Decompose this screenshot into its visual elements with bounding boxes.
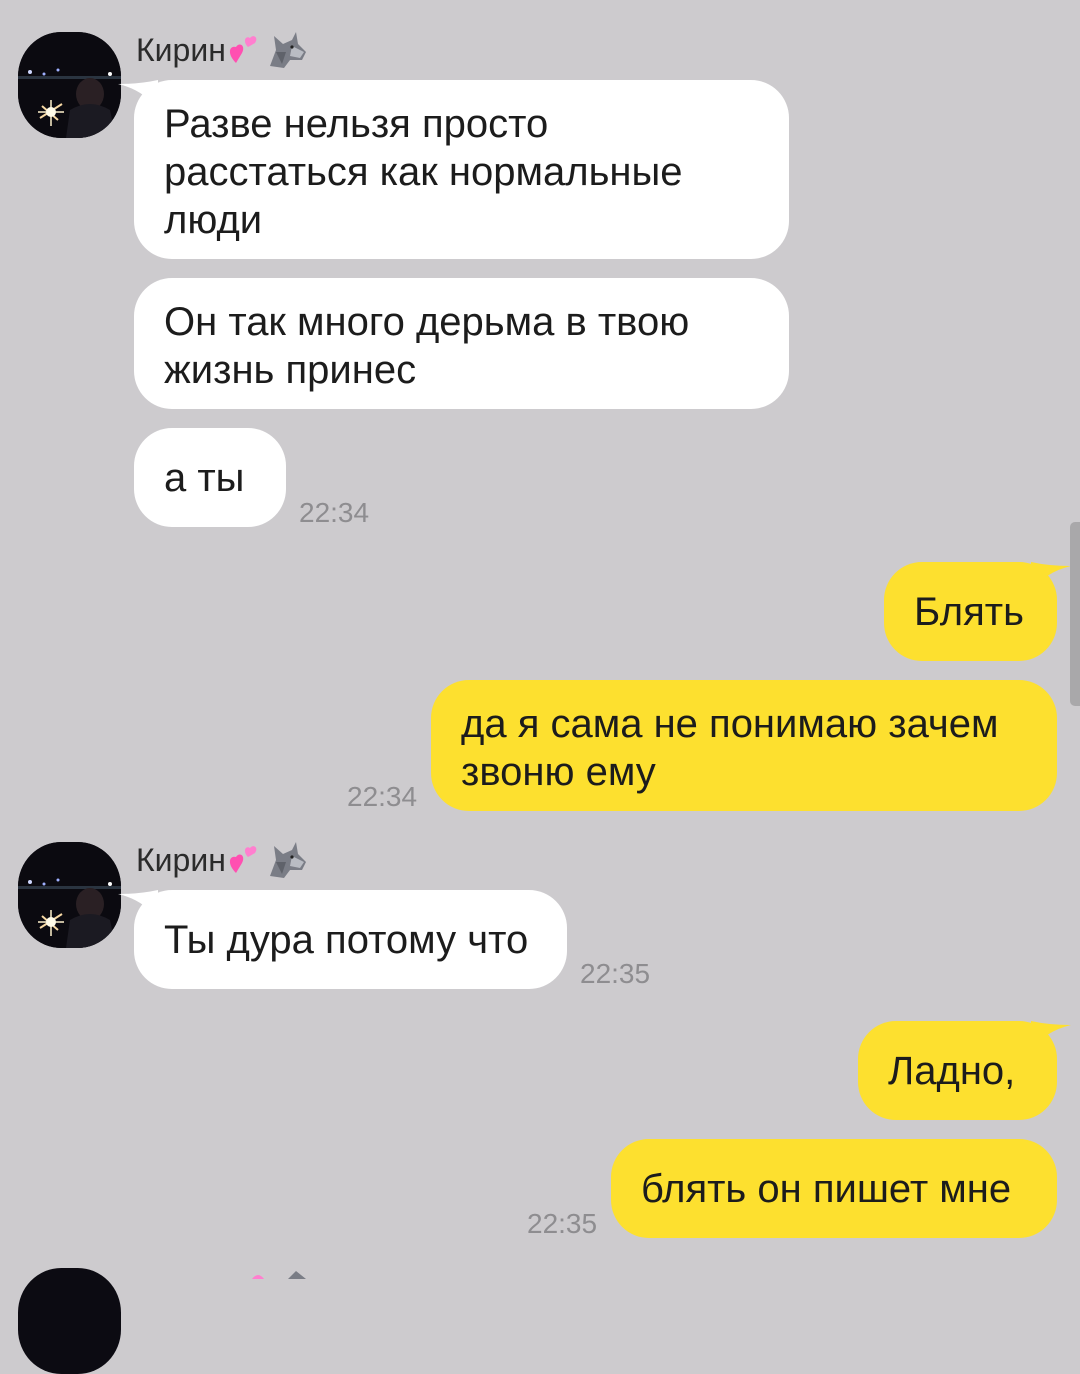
avatar[interactable] [18, 32, 121, 138]
sender-name-text: Кирин [136, 841, 226, 878]
bubble-tail [1031, 1021, 1071, 1051]
incoming-message-bubble[interactable]: Он так много дерьма в твою жизнь принес [134, 278, 789, 409]
sender-name-text: Кирин [136, 31, 226, 68]
message-text: Ты дура потому что [164, 918, 529, 962]
bubble-tail [1031, 562, 1071, 592]
sender-name: Кирин [136, 840, 308, 880]
message-text: Блять [914, 590, 1024, 634]
hearts-icon [228, 33, 264, 67]
wolf-icon [286, 1266, 308, 1284]
message-text: блять он пишет мне [641, 1167, 1012, 1211]
incoming-message-bubble[interactable]: Ты дура потому что [118, 890, 567, 989]
bubble-tail [118, 890, 158, 920]
message-timestamp: 22:34 [347, 781, 418, 812]
wolf-icon [266, 840, 308, 880]
message-timestamp: 22:34 [299, 497, 370, 528]
message-text: Разве нельзя просто расстаться как норма… [164, 102, 683, 242]
outgoing-message-bubble[interactable]: да я сама не понимаю зачем звоню ему [431, 680, 1057, 811]
message-timestamp: 22:35 [580, 958, 651, 989]
message-text: Он так много дерьма в твою жизнь принес [164, 300, 690, 392]
sender-name: Кирин [136, 30, 308, 70]
incoming-message-bubble[interactable]: а ты [134, 428, 286, 527]
message-timestamp: 22:35 [527, 1208, 598, 1239]
hearts-icon [228, 843, 264, 877]
outgoing-message-bubble[interactable]: Ладно, [858, 1021, 1071, 1120]
avatar[interactable] [18, 842, 121, 948]
hearts-icon [250, 1266, 276, 1284]
message-text: Ладно, [888, 1049, 1016, 1093]
bubble-tail [118, 80, 158, 110]
outgoing-message-bubble[interactable]: Блять [884, 562, 1071, 661]
message-text: да я сама не понимаю зачем звоню ему [461, 702, 999, 794]
avatar[interactable] [18, 1268, 121, 1374]
outgoing-message-bubble[interactable]: блять он пишет мне [611, 1139, 1057, 1238]
message-text: а ты [164, 456, 245, 500]
scrollbar[interactable] [1070, 522, 1080, 706]
incoming-message-bubble[interactable]: Разве нельзя просто расстаться как норма… [118, 80, 789, 259]
wolf-icon [266, 30, 308, 70]
